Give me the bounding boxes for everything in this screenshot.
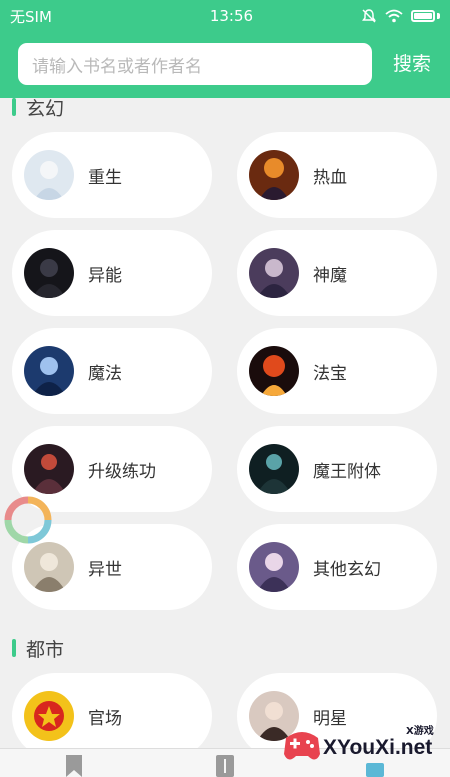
book-tab-icon[interactable] bbox=[215, 755, 235, 777]
category-label: 法宝 bbox=[313, 363, 347, 384]
watermark-small-text: X游戏 bbox=[406, 726, 434, 737]
category-label: 神魔 bbox=[313, 265, 347, 286]
battery-icon bbox=[411, 10, 435, 22]
category-card-fabao[interactable]: 法宝 bbox=[237, 328, 437, 414]
category-card-shenmo[interactable]: 神魔 bbox=[237, 230, 437, 316]
avatar bbox=[249, 542, 299, 592]
bookmark-tab-icon[interactable] bbox=[64, 755, 84, 777]
top-bar: 无SIM 13:56 请输入书名或者作者名 搜索 bbox=[0, 0, 450, 98]
search-input[interactable]: 请输入书名或者作者名 bbox=[18, 43, 372, 85]
section-accent-bar bbox=[12, 98, 16, 116]
search-row: 请输入书名或者作者名 搜索 bbox=[0, 40, 450, 88]
category-label: 异能 bbox=[88, 265, 122, 286]
category-label: 其他玄幻 bbox=[313, 559, 381, 580]
category-card-yineng[interactable]: 异能 bbox=[12, 230, 212, 316]
search-placeholder: 请输入书名或者作者名 bbox=[32, 56, 202, 77]
watermark-text: XYouXi.net bbox=[323, 736, 433, 759]
avatar bbox=[24, 444, 74, 494]
status-icons bbox=[361, 8, 440, 24]
avatar bbox=[24, 691, 74, 741]
avatar bbox=[24, 150, 74, 200]
section-header-dushi: 都市 bbox=[0, 633, 450, 663]
avatar bbox=[249, 346, 299, 396]
section-title: 玄幻 bbox=[26, 97, 65, 120]
avatar bbox=[249, 248, 299, 298]
category-label: 异世 bbox=[88, 559, 122, 580]
category-label: 魔王附体 bbox=[313, 461, 381, 482]
watermark: X游戏 XYouXi.net bbox=[278, 718, 450, 777]
battery-cap bbox=[437, 13, 440, 19]
loading-spinner-icon bbox=[4, 496, 52, 544]
avatar bbox=[24, 542, 74, 592]
category-label: 官场 bbox=[88, 708, 122, 729]
avatar bbox=[249, 444, 299, 494]
wifi-icon bbox=[385, 9, 403, 23]
avatar bbox=[24, 346, 74, 396]
category-card-mowang[interactable]: 魔王附体 bbox=[237, 426, 437, 512]
clock-text: 13:56 bbox=[209, 7, 254, 25]
carrier-text: 无SIM bbox=[10, 7, 52, 26]
status-bar: 无SIM 13:56 bbox=[0, 0, 450, 32]
category-card-qitaxuanhuan[interactable]: 其他玄幻 bbox=[237, 524, 437, 610]
avatar bbox=[24, 248, 74, 298]
category-label: 热血 bbox=[313, 167, 347, 188]
search-button[interactable]: 搜索 bbox=[386, 40, 438, 88]
avatar bbox=[249, 150, 299, 200]
category-label: 魔法 bbox=[88, 363, 122, 384]
category-card-guanchang[interactable]: 官场 bbox=[12, 673, 212, 759]
section-title: 都市 bbox=[26, 638, 65, 661]
category-card-chongsheng[interactable]: 重生 bbox=[12, 132, 212, 218]
category-label: 重生 bbox=[88, 167, 122, 188]
category-card-rexue[interactable]: 热血 bbox=[237, 132, 437, 218]
mute-bell-icon bbox=[362, 9, 376, 23]
section-header-xuanhuan: 玄幻 bbox=[0, 92, 450, 122]
category-label: 升级练功 bbox=[88, 461, 156, 482]
category-card-mofa[interactable]: 魔法 bbox=[12, 328, 212, 414]
section-accent-bar bbox=[12, 639, 16, 657]
gamepad-logo-icon bbox=[284, 732, 320, 760]
